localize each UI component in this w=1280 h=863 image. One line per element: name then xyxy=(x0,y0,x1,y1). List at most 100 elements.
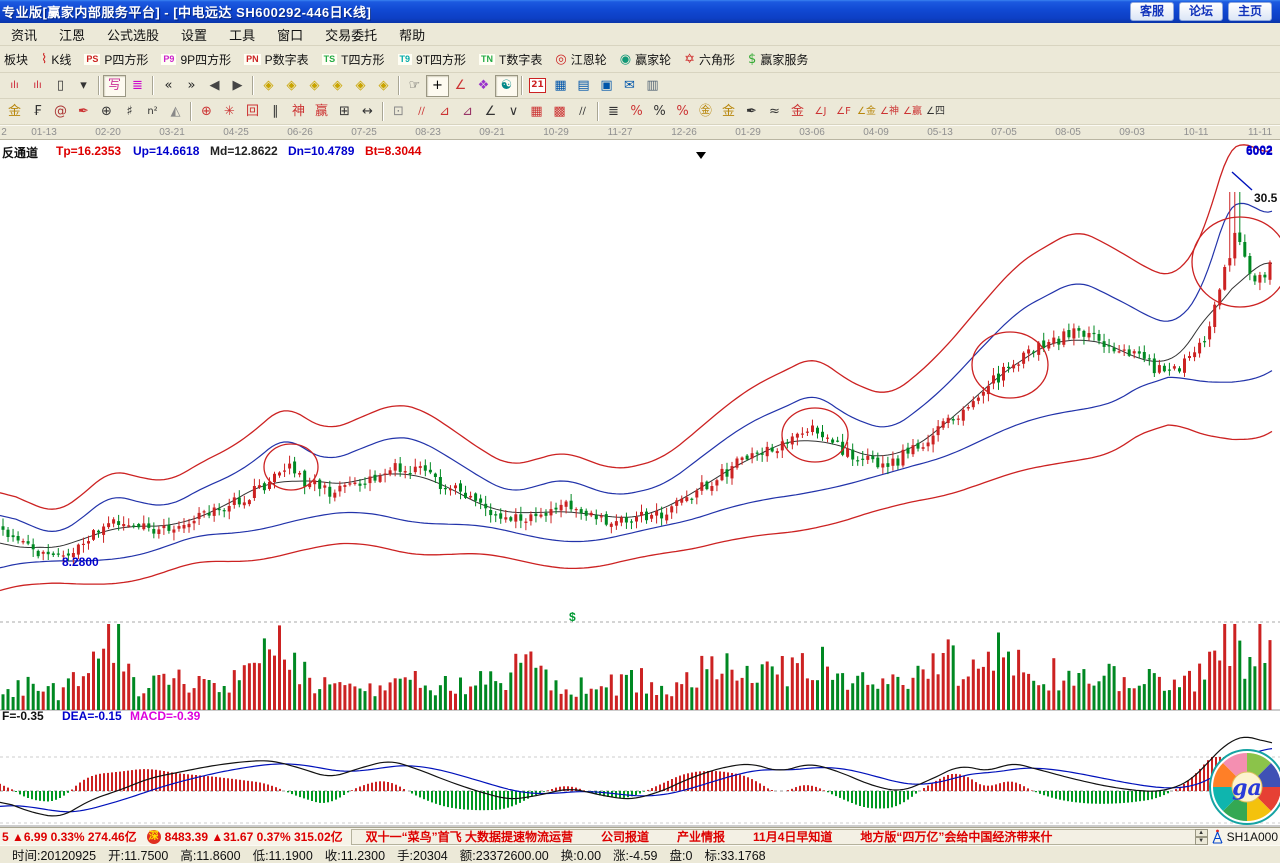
angle-lines-icon[interactable]: ∠ xyxy=(479,101,502,123)
diamond-vexpand-icon[interactable]: ◈ xyxy=(349,75,372,97)
si-angle-icon[interactable]: ∠四 xyxy=(924,101,947,123)
winner-wheel-button[interactable]: ◉赢家轮 xyxy=(620,51,671,68)
circle-target-icon[interactable]: ⊕ xyxy=(195,101,218,123)
candle-style-icon[interactable]: ▯ xyxy=(49,75,72,97)
chart3-icon[interactable]: ılı xyxy=(3,75,26,97)
parallel-lines-icon[interactable]: ∕∕ xyxy=(571,101,594,123)
n2-ruler-icon[interactable]: n² xyxy=(141,101,164,123)
last-bar-icon[interactable]: » xyxy=(180,75,203,97)
save-icon[interactable]: ▣ xyxy=(595,75,618,97)
menu-item-6[interactable]: 交易委托 xyxy=(314,25,388,44)
menu-item-4[interactable]: 工具 xyxy=(218,25,266,44)
ruler-grid-icon[interactable]: ⊞ xyxy=(333,101,356,123)
t9-square-button[interactable]: T99T四方形 xyxy=(398,51,467,68)
f-ruler-icon[interactable]: ₣ xyxy=(26,101,49,123)
width-arrows-icon[interactable]: ↔ xyxy=(356,101,379,123)
sector-button[interactable]: 板块 xyxy=(4,51,28,68)
scale-list-icon[interactable]: ≣ xyxy=(602,101,625,123)
notepad-icon[interactable]: ▤ xyxy=(572,75,595,97)
spinner-down-icon[interactable]: ▼ xyxy=(1195,837,1208,845)
workstation-icon[interactable]: ▥ xyxy=(641,75,664,97)
flashlight-icon[interactable]: ✒ xyxy=(72,101,95,123)
news-link[interactable]: 地方版“四万亿”会给中国经济带来什 xyxy=(860,829,1052,845)
home-button[interactable]: 主页 xyxy=(1228,2,1272,21)
spiral-icon[interactable]: @ xyxy=(49,101,72,123)
gold-angle-icon[interactable]: ∠金 xyxy=(855,101,878,123)
fan-box-icon[interactable]: ⊿ xyxy=(433,101,456,123)
p-number-button[interactable]: PNP数字表 xyxy=(244,51,309,68)
percent-line-icon[interactable]: % xyxy=(671,101,694,123)
t-square-button[interactable]: TST四方形 xyxy=(322,51,385,68)
gann-circle-icon[interactable]: ⊕ xyxy=(95,101,118,123)
fan-square-icon[interactable]: ⊿ xyxy=(456,101,479,123)
frame-tool-icon[interactable]: ⊡ xyxy=(387,101,410,123)
prev-bar-icon[interactable]: ◀ xyxy=(203,75,226,97)
menu-item-1[interactable]: 江恩 xyxy=(48,25,96,44)
j-angle-icon[interactable]: ∠J xyxy=(809,101,832,123)
t-number-button[interactable]: TNT数字表 xyxy=(479,51,542,68)
grid-arrow-icon[interactable]: ▩ xyxy=(548,101,571,123)
grid-tool-icon[interactable]: ▦ xyxy=(525,101,548,123)
menu-item-3[interactable]: 设置 xyxy=(170,25,218,44)
news-link[interactable]: 公司报道 xyxy=(601,829,649,845)
diamond-left-icon[interactable]: ◈ xyxy=(257,75,280,97)
calendar-icon[interactable]: 21 xyxy=(526,75,549,97)
winner-service-button[interactable]: $赢家服务 xyxy=(748,51,808,68)
brush-icon[interactable]: ✒ xyxy=(740,101,763,123)
diamond-expand-icon[interactable]: ◈ xyxy=(303,75,326,97)
mail-icon[interactable]: ✉ xyxy=(618,75,641,97)
wave-icon[interactable]: ≈ xyxy=(763,101,786,123)
gold-circle-icon[interactable]: ㊎ xyxy=(694,101,717,123)
comb-ruler-icon[interactable]: ♯ xyxy=(118,101,141,123)
gold-band-icon[interactable]: 金 xyxy=(786,101,809,123)
angle-measure-icon[interactable]: ∠ xyxy=(449,75,472,97)
stock-pick-icon[interactable]: 写 xyxy=(103,75,126,97)
service-button[interactable]: 客服 xyxy=(1130,2,1174,21)
hand-tool-icon[interactable]: ☞ xyxy=(403,75,426,97)
news-link[interactable]: 11月4日早知道 xyxy=(753,829,832,845)
p9-square-button[interactable]: P99P四方形 xyxy=(161,51,231,68)
gann-wheel-button[interactable]: ◎江恩轮 xyxy=(555,51,606,68)
mirror-icon[interactable]: ◭ xyxy=(164,101,187,123)
gold-ruler-icon[interactable]: 金 xyxy=(3,101,26,123)
menu-item-5[interactable]: 窗口 xyxy=(266,25,314,44)
index-code-label[interactable]: SH1A000 xyxy=(1227,830,1278,844)
gold-line-icon[interactable]: 金 xyxy=(717,101,740,123)
brain-icon[interactable]: ☯ xyxy=(495,75,518,97)
star-burst-icon[interactable]: ✳ xyxy=(218,101,241,123)
news-link[interactable]: 双十一“菜鸟”首飞 大数据提速物流运营 xyxy=(366,829,573,845)
square-spiral-icon[interactable]: 回 xyxy=(241,101,264,123)
ticker-spinner[interactable]: ▲ ▼ xyxy=(1195,829,1208,845)
spinner-up-icon[interactable]: ▲ xyxy=(1195,829,1208,837)
kline-chart-canvas[interactable]: 600230.58.2800$ga xyxy=(0,140,1280,827)
crosshair-tool-icon[interactable]: + xyxy=(426,75,449,97)
menu-item-0[interactable]: 资讯 xyxy=(0,25,48,44)
ying-grid-icon[interactable]: 赢 xyxy=(310,101,333,123)
first-bar-icon[interactable]: « xyxy=(157,75,180,97)
forum-button[interactable]: 论坛 xyxy=(1179,2,1223,21)
color-bars-icon[interactable]: ≣ xyxy=(126,75,149,97)
next-bar-icon[interactable]: ▶ xyxy=(226,75,249,97)
diamond-vshrink-icon[interactable]: ◈ xyxy=(372,75,395,97)
ying-angle-icon[interactable]: ∠赢 xyxy=(901,101,924,123)
pause-lines-icon[interactable]: ∥ xyxy=(264,101,287,123)
kline-button[interactable]: ⌇K线 xyxy=(41,51,71,68)
p-square-button[interactable]: PSP四方形 xyxy=(84,51,148,68)
menu-item-2[interactable]: 公式选股 xyxy=(96,25,170,44)
news-link[interactable]: 产业情报 xyxy=(677,829,725,845)
percent-ruler-icon[interactable]: % xyxy=(625,101,648,123)
shen-grid-icon[interactable]: 神 xyxy=(287,101,310,123)
gann-figure-icon[interactable]: ❖ xyxy=(472,75,495,97)
f-angle-icon[interactable]: ∠F xyxy=(832,101,855,123)
calculator-icon[interactable]: ▦ xyxy=(549,75,572,97)
percent-icon[interactable]: % xyxy=(648,101,671,123)
menu-item-7[interactable]: 帮助 xyxy=(388,25,436,44)
candle-dropdown-icon[interactable]: ▾ xyxy=(72,75,95,97)
diamond-right-icon[interactable]: ◈ xyxy=(280,75,303,97)
hexagon-button[interactable]: ✡六角形 xyxy=(684,51,735,68)
diamond-shrink-icon[interactable]: ◈ xyxy=(326,75,349,97)
fan-lines-icon[interactable]: ∕∕ xyxy=(410,101,433,123)
shen-angle-icon[interactable]: ∠神 xyxy=(878,101,901,123)
zigzag-icon[interactable]: ∨ xyxy=(502,101,525,123)
chart9-icon[interactable]: ılı xyxy=(26,75,49,97)
